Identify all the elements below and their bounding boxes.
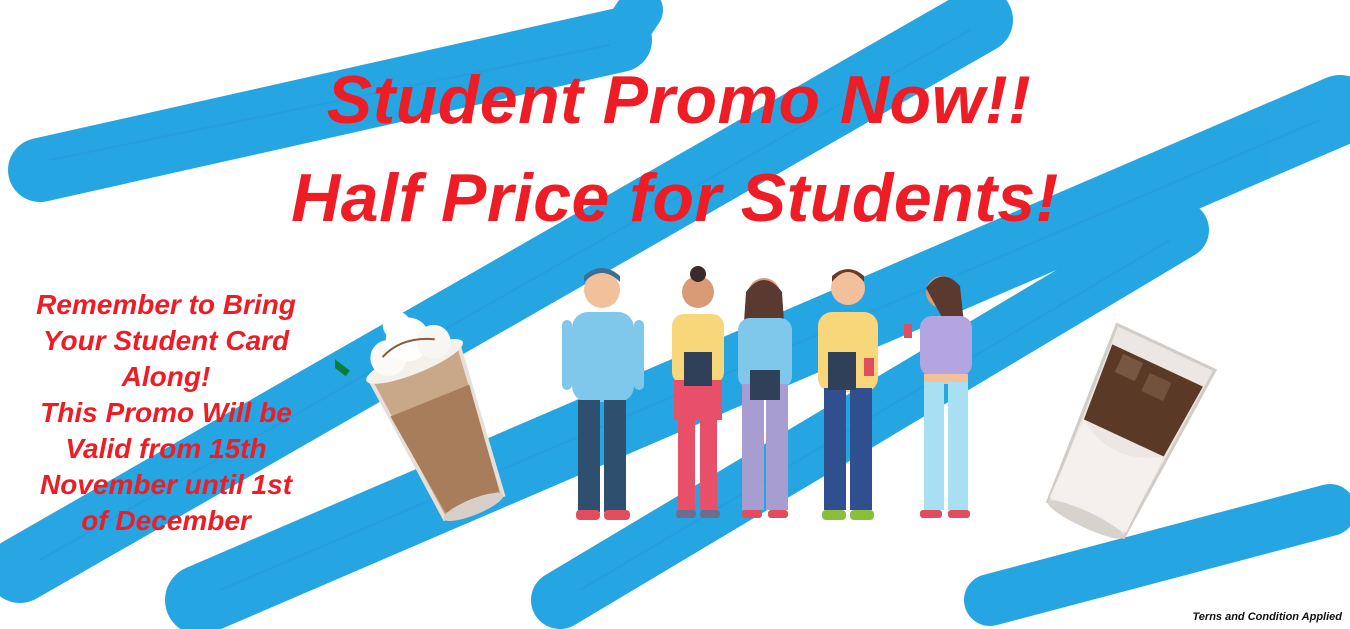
frappe-drink-icon [335,311,506,522]
reminder-line: Valid from 15th [65,433,267,464]
promo-banner: Student Promo Now!! Half Price for Stude… [0,0,1350,629]
headline-line-2: Half Price for Students! [291,160,1059,236]
headline-line-1: Student Promo Now!! [326,62,1032,138]
students-group-illustration [562,266,972,520]
reminder-line: Along! [121,361,211,392]
reminder-line: of December [81,505,251,536]
reminder-line: November until 1st [39,469,293,500]
reminder-line: Remember to Bring [36,289,296,320]
reminder-line: Your Student Card [42,325,290,356]
reminder-line: This Promo Will be [40,397,292,428]
reminder-text: Remember to Bring Your Student Card Alon… [14,287,318,539]
fine-print: Terns and Condition Applied [1192,611,1342,623]
iced-latte-icon [1045,322,1218,540]
